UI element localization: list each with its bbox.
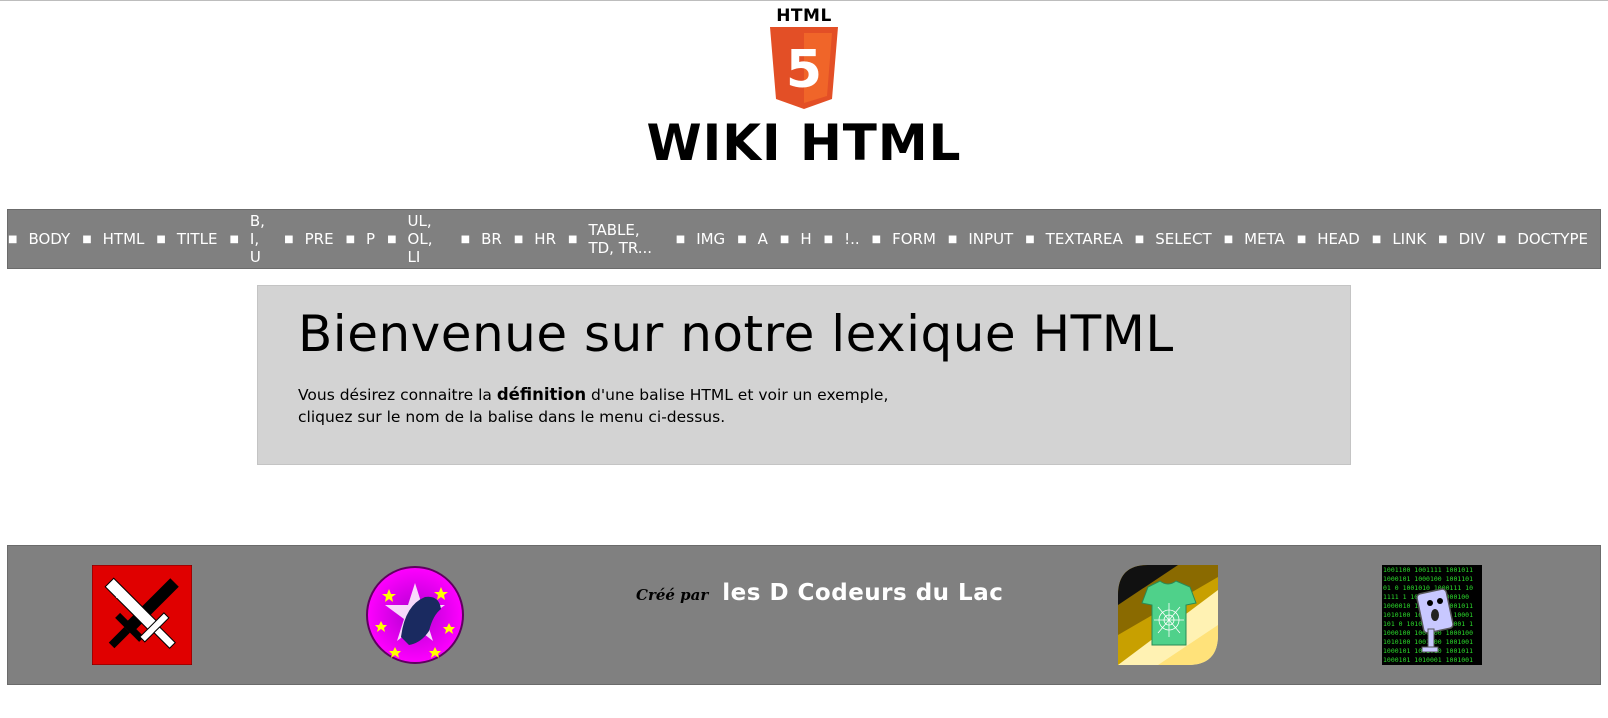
- svg-text:1000101 1010001 1001001: 1000101 1010001 1001001: [1383, 656, 1473, 664]
- nav-item-label[interactable]: HTML: [103, 230, 145, 248]
- nav-item-table-td-tr[interactable]: ■ TABLE, TD, TR...: [556, 221, 664, 257]
- nav-bullet-icon: ■: [1371, 233, 1382, 245]
- nav-item-label[interactable]: HR: [534, 230, 556, 248]
- nav-item-label[interactable]: LINK: [1392, 230, 1426, 248]
- nav-item-label[interactable]: HEAD: [1317, 230, 1360, 248]
- nav-bullet-icon: ■: [460, 233, 471, 245]
- nav-bullet-icon: ■: [871, 233, 882, 245]
- nav-item-label[interactable]: DOCTYPE: [1517, 230, 1588, 248]
- horse-star-badge-icon: [366, 566, 464, 664]
- nav-bullet-icon: ■: [675, 233, 686, 245]
- nav-bullet-icon: ■: [1496, 233, 1507, 245]
- nav-item-img[interactable]: ■ IMG: [664, 230, 725, 248]
- nav-item-input[interactable]: ■ INPUT: [936, 230, 1013, 248]
- svg-text:1001100 1001111 1001011: 1001100 1001111 1001011: [1383, 566, 1473, 574]
- nav-bullet-icon: ■: [823, 233, 834, 245]
- nav-item-label[interactable]: !..: [844, 230, 860, 248]
- nav-item-link[interactable]: ■ LINK: [1360, 230, 1426, 248]
- svg-text:01 0 1001010 1000111 10: 01 0 1001010 1000111 10: [1383, 584, 1473, 592]
- tshirt-web-badge-icon: [1118, 565, 1218, 665]
- nav-item-label[interactable]: TITLE: [177, 230, 218, 248]
- nav-bullet-icon: ■: [1025, 233, 1035, 245]
- nav-item-form[interactable]: ■ FORM: [860, 230, 936, 248]
- nav-item-label[interactable]: META: [1244, 230, 1285, 248]
- nav-bullet-icon: ■: [8, 233, 18, 245]
- crossed-swords-badge-icon: Lycan Lycan: [92, 565, 192, 665]
- nav-bullet-icon: ■: [284, 233, 294, 245]
- nav-item-label[interactable]: IMG: [696, 230, 725, 248]
- welcome-line1-strong: définition: [496, 385, 587, 404]
- nav-item-label[interactable]: DIV: [1459, 230, 1485, 248]
- site-logo: HTML 5 WIKI HTML: [0, 7, 1608, 169]
- nav-item-label[interactable]: SELECT: [1155, 230, 1211, 248]
- nav-item-label[interactable]: PRE: [305, 230, 334, 248]
- nav-item-label[interactable]: B, I, U: [250, 212, 272, 266]
- nav-item-doctype[interactable]: ■ DOCTYPE: [1485, 230, 1588, 248]
- nav-item-div[interactable]: ■ DIV: [1426, 230, 1485, 248]
- nav-item-label[interactable]: BODY: [28, 230, 70, 248]
- welcome-line1-end: d'une balise HTML et voir un exemple,: [586, 386, 889, 404]
- nav-item-label[interactable]: A: [758, 230, 768, 248]
- created-by-label: Créé par: [636, 586, 709, 604]
- nav-bullet-icon: ■: [947, 233, 958, 245]
- site-title: WIKI HTML: [646, 114, 962, 172]
- nav-item-label[interactable]: INPUT: [968, 230, 1013, 248]
- team-name: les D Codeurs du Lac: [722, 580, 1004, 606]
- nav-item-label[interactable]: FORM: [892, 230, 936, 248]
- nav-item-textarea[interactable]: ■ TEXTAREA: [1013, 230, 1123, 248]
- nav-item-label[interactable]: TEXTAREA: [1046, 230, 1123, 248]
- nav-bullet-icon: ■: [513, 233, 524, 245]
- nav-item-meta[interactable]: ■ META: [1212, 230, 1285, 248]
- nav-item-body[interactable]: ■ BODY: [8, 230, 70, 248]
- logo-wordmark: HTML: [776, 6, 832, 26]
- nav-item-label[interactable]: TABLE, TD, TR...: [588, 221, 663, 257]
- welcome-line1-start: Vous désirez connaitre la: [298, 386, 497, 404]
- nav-item-a[interactable]: ■ A: [725, 230, 768, 248]
- nav-item-p[interactable]: ■ P: [334, 230, 376, 248]
- binary-robot-badge-icon: 1001100 1001111 1001011 1000101 1000100 …: [1382, 565, 1482, 665]
- nav-item-pre[interactable]: ■ PRE: [272, 230, 333, 248]
- nav-bullet-icon: ■: [345, 233, 356, 245]
- nav-item-br[interactable]: ■ BR: [449, 230, 502, 248]
- welcome-line2: cliquez sur le nom de la balise dans le …: [298, 408, 726, 426]
- nav-item-head[interactable]: ■ HEAD: [1285, 230, 1360, 248]
- nav-item-[interactable]: ■!..: [812, 230, 860, 248]
- html5-shield-icon: 5: [770, 27, 838, 109]
- welcome-text: Vous désirez connaitre la définition d'u…: [298, 384, 1310, 428]
- nav-item-html[interactable]: ■ HTML: [70, 230, 144, 248]
- shield-digit: 5: [786, 40, 822, 100]
- welcome-panel: Bienvenue sur notre lexique HTML Vous dé…: [257, 285, 1351, 465]
- nav-item-label[interactable]: H: [800, 230, 811, 248]
- nav-bullet-icon: ■: [156, 233, 166, 245]
- nav-item-label[interactable]: P: [366, 230, 375, 248]
- nav-bullet-icon: ■: [82, 233, 92, 245]
- nav-item-h[interactable]: ■ H: [768, 230, 812, 248]
- nav-item-title[interactable]: ■ TITLE: [144, 230, 217, 248]
- nav-item-label[interactable]: UL, OL, LI: [408, 212, 449, 266]
- svg-text:1000101 1000100 1001101: 1000101 1000100 1001101: [1383, 575, 1473, 583]
- nav-bullet-icon: ■: [568, 233, 578, 245]
- nav-bullet-icon: ■: [1296, 233, 1307, 245]
- nav-bullet-icon: ■: [1438, 233, 1448, 245]
- nav-item-label[interactable]: BR: [481, 230, 502, 248]
- nav-item-ul-ol-li[interactable]: ■ UL, OL, LI: [375, 212, 449, 266]
- footer: Lycan Lycan Créé par les D Codeurs du La…: [7, 545, 1601, 685]
- nav-bullet-icon: ■: [229, 233, 239, 245]
- credit: Créé par les D Codeurs du Lac: [636, 580, 1003, 606]
- nav-bullet-icon: ■: [737, 233, 747, 245]
- nav-item-hr[interactable]: ■ HR: [502, 230, 556, 248]
- nav-bullet-icon: ■: [779, 233, 790, 245]
- main-nav: ■ BODY ■ HTML ■ TITLE ■ B, I, U ■ PRE ■ P ■ UL, OL, L…: [7, 209, 1601, 269]
- nav-bullet-icon: ■: [387, 233, 397, 245]
- nav-bullet-icon: ■: [1134, 233, 1145, 245]
- nav-bullet-icon: ■: [1223, 233, 1234, 245]
- nav-item-select[interactable]: ■ SELECT: [1123, 230, 1212, 248]
- nav-item-b-i-u[interactable]: ■ B, I, U: [217, 212, 272, 266]
- welcome-title: Bienvenue sur notre lexique HTML: [298, 305, 1174, 363]
